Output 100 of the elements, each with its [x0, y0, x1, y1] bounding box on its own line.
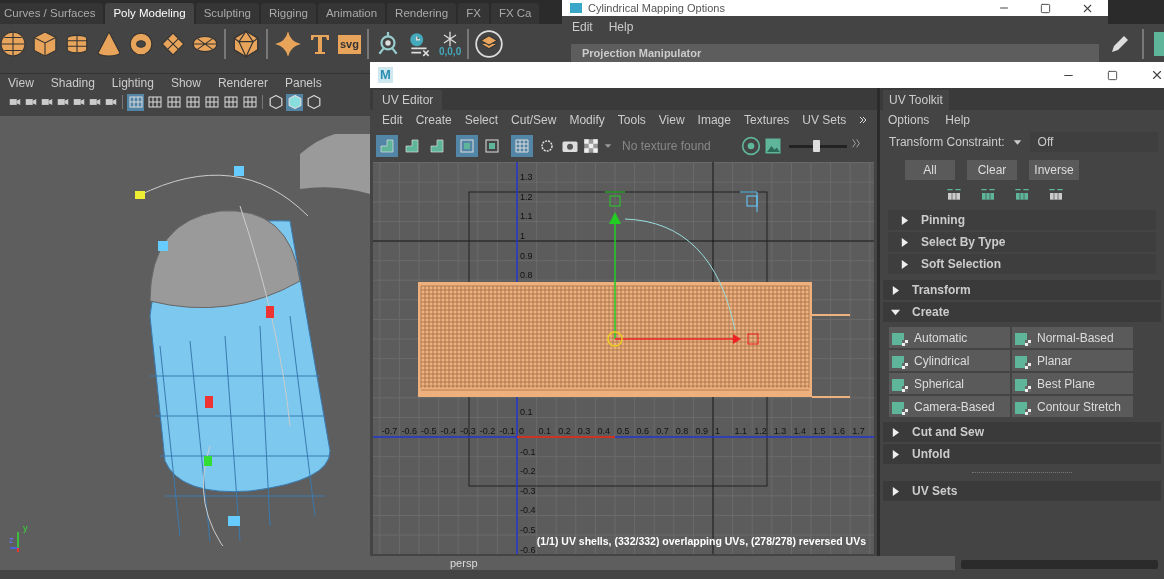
- menu-item[interactable]: Create: [415, 111, 452, 129]
- menu-item[interactable]: Renderer: [217, 74, 268, 92]
- menu-item[interactable]: Edit: [572, 18, 593, 36]
- expanded-arrow-icon[interactable]: [891, 307, 900, 317]
- axis-tick-label: -0.7: [381, 426, 398, 436]
- shelf-tab[interactable]: Curves / Surfaces: [0, 3, 104, 24]
- star-icon[interactable]: [274, 30, 302, 58]
- viewport-toggle[interactable]: [165, 93, 182, 111]
- menu-item[interactable]: Edit: [382, 111, 403, 129]
- viewport-toggle[interactable]: [241, 93, 258, 111]
- viewport-toggle[interactable]: [127, 93, 144, 111]
- cube-icon[interactable]: [32, 31, 58, 57]
- collapsed-arrow-icon[interactable]: [900, 237, 909, 247]
- collapsed-arrow-icon[interactable]: [900, 259, 909, 269]
- projection-tool-button[interactable]: Contour Stretch: [1011, 395, 1134, 418]
- section-header[interactable]: Cut and Sew: [883, 422, 1161, 442]
- checker-icon[interactable]: [582, 137, 600, 155]
- layers-icon[interactable]: [475, 30, 504, 58]
- projection-tool-button[interactable]: Spherical: [888, 372, 1011, 395]
- projection-tool-button[interactable]: Camera-Based: [888, 395, 1011, 418]
- svg-tool-icon[interactable]: svg: [338, 34, 361, 54]
- axis-tick-label: 1.5: [813, 426, 826, 436]
- axis-tick-label: 0.7: [656, 426, 669, 436]
- shelf-tab[interactable]: Poly Modeling: [105, 3, 194, 24]
- projection-tool-button[interactable]: Best Plane: [1011, 372, 1134, 395]
- collapsed-arrow-icon[interactable]: [891, 285, 900, 295]
- menu-item[interactable]: View: [8, 74, 34, 92]
- constraint-dropdown[interactable]: Off: [1029, 132, 1158, 152]
- shading-toggle[interactable]: [267, 93, 284, 111]
- dropdown-caret-icon[interactable]: [1012, 137, 1022, 147]
- shelf-tab[interactable]: FX: [458, 3, 489, 24]
- polyhedron-icon[interactable]: [232, 30, 260, 58]
- section-header[interactable]: Transform: [883, 280, 1161, 300]
- shading-toggle[interactable]: [286, 93, 303, 111]
- menu-item[interactable]: Show: [170, 74, 201, 92]
- uv-shell-drawing[interactable]: [418, 282, 851, 398]
- axis-tick-label: 0.8: [675, 426, 689, 436]
- menu-item[interactable]: Options: [888, 111, 930, 129]
- exposure-slider[interactable]: [789, 140, 847, 152]
- menu-item[interactable]: Textures: [743, 111, 790, 129]
- uv-grid-canvas[interactable]: [373, 162, 874, 554]
- section-header[interactable]: Projection Manipulator: [571, 44, 1099, 62]
- sphere-icon[interactable]: [0, 31, 26, 57]
- select-button[interactable]: Inverse: [1029, 160, 1079, 180]
- shelf-tab[interactable]: FX Ca: [490, 3, 540, 24]
- slider-thumb[interactable]: [813, 140, 821, 152]
- viewport-toggle[interactable]: [184, 93, 201, 111]
- panel-tab[interactable]: UV Editor: [373, 90, 443, 110]
- close-icon[interactable]: [1150, 68, 1164, 82]
- collapsed-arrow-icon[interactable]: [891, 427, 900, 437]
- menu-item[interactable]: View: [658, 111, 685, 129]
- shelf-tab[interactable]: Rendering: [387, 3, 457, 24]
- projection-tool-button[interactable]: Cylindrical: [888, 349, 1011, 372]
- menu-item[interactable]: Shading: [50, 74, 95, 92]
- menu-item[interactable]: Panels: [284, 74, 322, 92]
- viewport-toggle[interactable]: [146, 93, 163, 111]
- maximize-icon[interactable]: [1107, 69, 1118, 81]
- projection-manipulator-drawing[interactable]: [604, 191, 759, 347]
- menu-item[interactable]: UV Sets: [802, 111, 847, 129]
- subsection-header[interactable]: Select By Type: [888, 232, 1156, 252]
- projection-tool-button[interactable]: Normal-Based: [1011, 326, 1134, 349]
- viewport-toggle[interactable]: [203, 93, 220, 111]
- more-menu-icon[interactable]: [859, 116, 868, 124]
- window-title: Cylindrical Mapping Options: [588, 2, 725, 14]
- shelf-tab[interactable]: Sculpting: [195, 3, 259, 24]
- plane-icon[interactable]: [160, 31, 186, 57]
- shelf-tab[interactable]: Animation: [317, 3, 386, 24]
- axis-tick-label: 1.7: [852, 426, 865, 436]
- section-header[interactable]: Create: [883, 302, 1161, 322]
- menu-item[interactable]: Help: [945, 111, 971, 129]
- menu-item[interactable]: Cut/Sew: [511, 111, 557, 129]
- scrollbar[interactable]: [961, 560, 1158, 569]
- app-logo-icon: [570, 3, 582, 13]
- panel-tab[interactable]: UV Toolkit: [883, 90, 949, 110]
- collapsed-arrow-icon[interactable]: [891, 449, 900, 459]
- section-header[interactable]: UV Sets: [883, 481, 1161, 501]
- cone-icon[interactable]: [96, 31, 122, 57]
- subsection-header[interactable]: Pinning: [888, 210, 1156, 230]
- axis-label: y: [23, 524, 28, 533]
- menu-item[interactable]: Modify: [569, 111, 605, 129]
- section-header[interactable]: Unfold: [883, 444, 1161, 464]
- collapsed-arrow-icon[interactable]: [891, 486, 900, 496]
- axis-tick-label: 1.1: [734, 426, 748, 436]
- menu-item[interactable]: Lighting: [111, 74, 154, 92]
- subsection-header[interactable]: Soft Selection: [888, 254, 1156, 274]
- viewport-toggle[interactable]: [222, 93, 239, 111]
- shading-toggle[interactable]: [305, 93, 322, 111]
- select-button[interactable]: All: [905, 160, 955, 180]
- projection-tool-button[interactable]: Planar: [1011, 349, 1134, 372]
- menu-item[interactable]: Image: [697, 111, 731, 129]
- select-button[interactable]: Clear: [967, 160, 1017, 180]
- image-icon[interactable]: [764, 137, 782, 155]
- collapsed-arrow-icon[interactable]: [900, 215, 909, 225]
- menu-item[interactable]: Help: [608, 18, 634, 36]
- menu-item[interactable]: Tools: [617, 111, 646, 129]
- shelf-tab[interactable]: Rigging: [260, 3, 316, 24]
- menu-item[interactable]: Select: [464, 111, 499, 129]
- projection-tool-button[interactable]: Automatic: [888, 326, 1011, 349]
- maximize-icon[interactable]: [1040, 2, 1051, 14]
- torus-icon[interactable]: [128, 31, 154, 57]
